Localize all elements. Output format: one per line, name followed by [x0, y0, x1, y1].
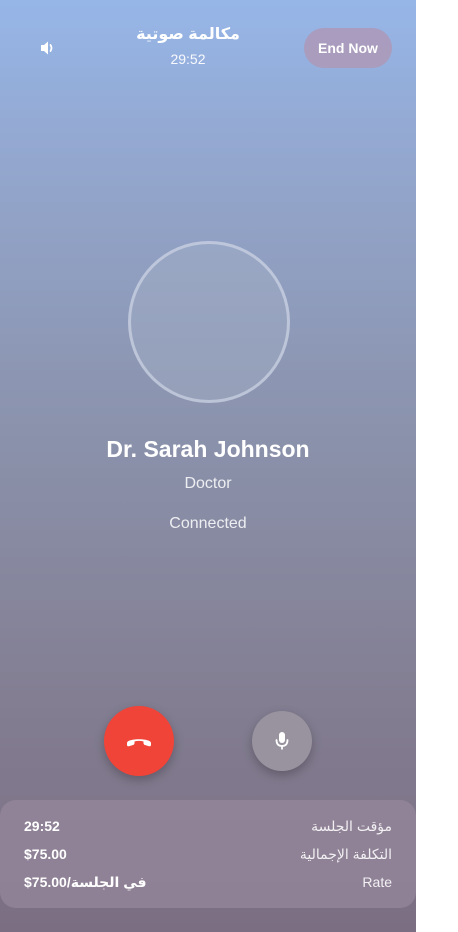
end-now-button[interactable]: End Now	[304, 28, 392, 68]
speaker-icon[interactable]	[36, 36, 60, 60]
session-timer-label: مؤقت الجلسة	[311, 818, 392, 834]
total-cost-row: $75.00 التكلفة الإجمالية	[24, 844, 392, 864]
contact-name: Dr. Sarah Johnson	[106, 436, 310, 462]
microphone-icon	[275, 732, 289, 750]
call-timer: 29:52	[170, 51, 206, 67]
hang-up-button[interactable]	[104, 706, 174, 776]
total-cost-label: التكلفة الإجمالية	[299, 846, 392, 862]
call-title-block: مكالمة صوتية 29:52	[108, 24, 268, 68]
total-cost-value: $75.00	[24, 846, 67, 862]
avatar	[128, 241, 290, 403]
voice-call-screen: مكالمة صوتية 29:52 End Now Dr. Sarah Joh…	[0, 0, 416, 932]
rate-row: $75.00/في الجلسة Rate	[24, 872, 392, 892]
session-info-panel: 29:52 مؤقت الجلسة $75.00 التكلفة الإجمال…	[0, 800, 416, 908]
phone-hangup-icon	[127, 739, 151, 747]
call-title: مكالمة صوتية	[136, 26, 240, 43]
session-timer-value: 29:52	[24, 818, 60, 834]
rate-value: $75.00/في الجلسة	[24, 874, 147, 890]
rate-label: Rate	[362, 874, 392, 890]
call-status: Connected	[169, 515, 247, 532]
session-timer-row: 29:52 مؤقت الجلسة	[24, 816, 392, 836]
contact-role: Doctor	[184, 475, 232, 492]
microphone-button[interactable]	[252, 711, 312, 771]
call-header: مكالمة صوتية 29:52 End Now	[0, 0, 416, 96]
